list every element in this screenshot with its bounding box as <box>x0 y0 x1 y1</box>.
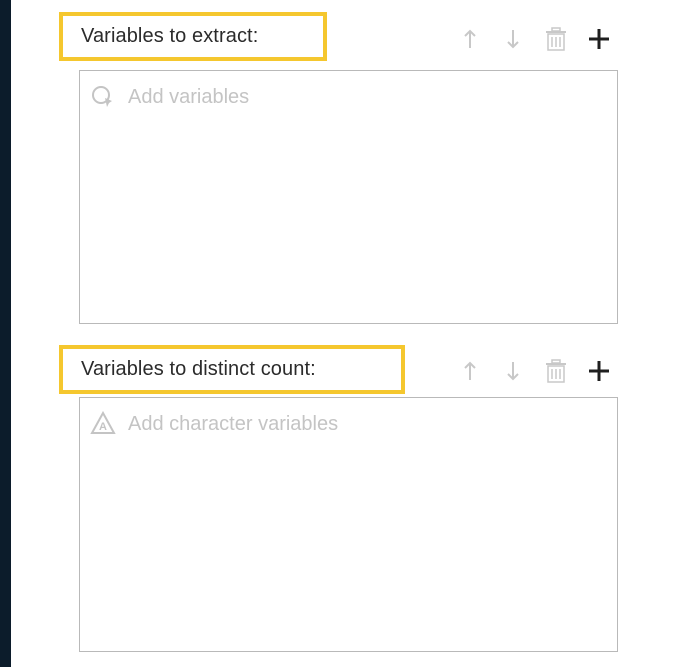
extract-variables-label: Variables to extract: <box>81 25 259 47</box>
delete-icon <box>545 27 566 51</box>
character-variable-icon: A <box>90 411 116 437</box>
delete-button[interactable] <box>534 24 577 54</box>
distinct-count-placeholder-text: Add character variables <box>128 412 339 435</box>
move-down-icon <box>506 30 519 49</box>
distinct-count-label: Variables to distinct count: <box>81 358 316 380</box>
distinct-count-list[interactable]: A Add character variables <box>79 397 618 652</box>
move-up-button[interactable] <box>448 24 491 54</box>
distinct-count-label-highlight: Variables to distinct count: <box>59 345 405 394</box>
delete-icon <box>545 359 566 383</box>
move-down-icon <box>506 362 519 381</box>
extract-variables-toolbar <box>448 24 620 54</box>
extract-variables-label-highlight: Variables to extract: <box>59 12 327 61</box>
distinct-count-toolbar <box>448 356 620 386</box>
variable-search-icon <box>90 84 116 110</box>
move-down-button[interactable] <box>491 356 534 386</box>
extract-variables-list[interactable]: Add variables <box>79 70 618 324</box>
add-icon <box>588 361 609 381</box>
add-button[interactable] <box>577 356 620 386</box>
distinct-count-placeholder[interactable]: A Add character variables <box>90 411 338 437</box>
variables-panel: Variables to extract: Add variables Vari… <box>11 0 684 667</box>
extract-variables-placeholder-text: Add variables <box>128 85 250 108</box>
extract-variables-placeholder[interactable]: Add variables <box>90 84 249 110</box>
add-icon <box>588 29 609 49</box>
delete-button[interactable] <box>534 356 577 386</box>
add-button[interactable] <box>577 24 620 54</box>
svg-text:A: A <box>99 421 107 433</box>
move-up-icon <box>463 361 476 380</box>
move-down-button[interactable] <box>491 24 534 54</box>
move-up-button[interactable] <box>448 356 491 386</box>
move-up-icon <box>463 29 476 48</box>
